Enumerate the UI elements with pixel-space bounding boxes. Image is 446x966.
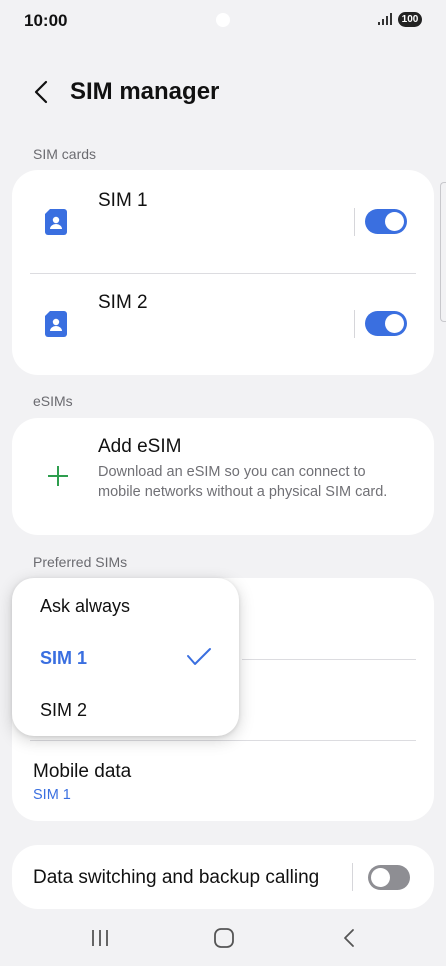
sim-card-icon [45, 209, 67, 235]
popup-option-sim-2[interactable]: SIM 2 [12, 685, 239, 735]
header: SIM manager [0, 70, 446, 114]
section-label-preferred: Preferred SIMs [33, 554, 128, 570]
camera-cutout [216, 13, 230, 27]
home-button[interactable] [209, 926, 239, 950]
sim-row-1[interactable]: SIM 1 [12, 170, 434, 270]
sim-cards-card: SIM 1 SIM 2 [12, 170, 434, 375]
mobile-data-label: Mobile data [33, 761, 132, 782]
plus-icon [48, 466, 68, 486]
mobile-data-item[interactable]: Mobile data SIM 1 [12, 741, 434, 821]
sim-name: SIM 2 [98, 292, 148, 313]
add-esim-description: Download an eSIM so you can connect to m… [98, 464, 388, 500]
sim-name: SIM 1 [98, 190, 148, 211]
scrollbar-handle[interactable] [440, 182, 446, 322]
divider [242, 659, 416, 660]
option-label: Ask always [40, 596, 131, 616]
data-switching-label: Data switching and backup calling [33, 867, 320, 888]
sim-1-toggle[interactable] [365, 209, 407, 234]
page-title: SIM manager [70, 78, 220, 105]
home-icon [214, 928, 234, 948]
vertical-separator [354, 208, 355, 236]
status-time: 10:00 [24, 11, 68, 30]
section-label-esims: eSIMs [33, 393, 73, 409]
add-esim-title: Add eSIM [98, 436, 182, 457]
option-label: SIM 1 [40, 648, 88, 668]
add-esim-card[interactable]: Add eSIM Download an eSIM so you can con… [12, 418, 434, 535]
sim-card-icon [45, 311, 67, 337]
check-icon [187, 648, 211, 665]
option-label: SIM 2 [40, 700, 88, 720]
nav-back-button[interactable] [334, 926, 364, 950]
recent-apps-button[interactable] [85, 926, 115, 950]
preferred-sim-popup-menu: Ask always SIM 1 SIM 2 [12, 578, 239, 736]
status-bar: 10:00 100 [0, 0, 446, 40]
back-icon [344, 929, 354, 947]
sim-row-2[interactable]: SIM 2 [12, 274, 434, 374]
data-switching-toggle[interactable] [368, 865, 410, 890]
mobile-data-value: SIM 1 [33, 787, 71, 803]
vertical-separator [352, 863, 353, 891]
back-button[interactable] [28, 78, 54, 106]
signal-icon [378, 13, 392, 25]
vertical-separator [354, 310, 355, 338]
data-switching-card[interactable]: Data switching and backup calling [12, 845, 434, 909]
popup-option-ask-always[interactable]: Ask always [12, 581, 239, 631]
section-label-sim-cards: SIM cards [33, 146, 97, 162]
battery-indicator: 100 [398, 12, 422, 27]
recent-apps-icon [92, 930, 108, 946]
popup-option-sim-1[interactable]: SIM 1 [12, 633, 239, 683]
sim-2-toggle[interactable] [365, 311, 407, 336]
navigation-bar [0, 910, 446, 966]
back-arrow-icon [34, 80, 48, 104]
